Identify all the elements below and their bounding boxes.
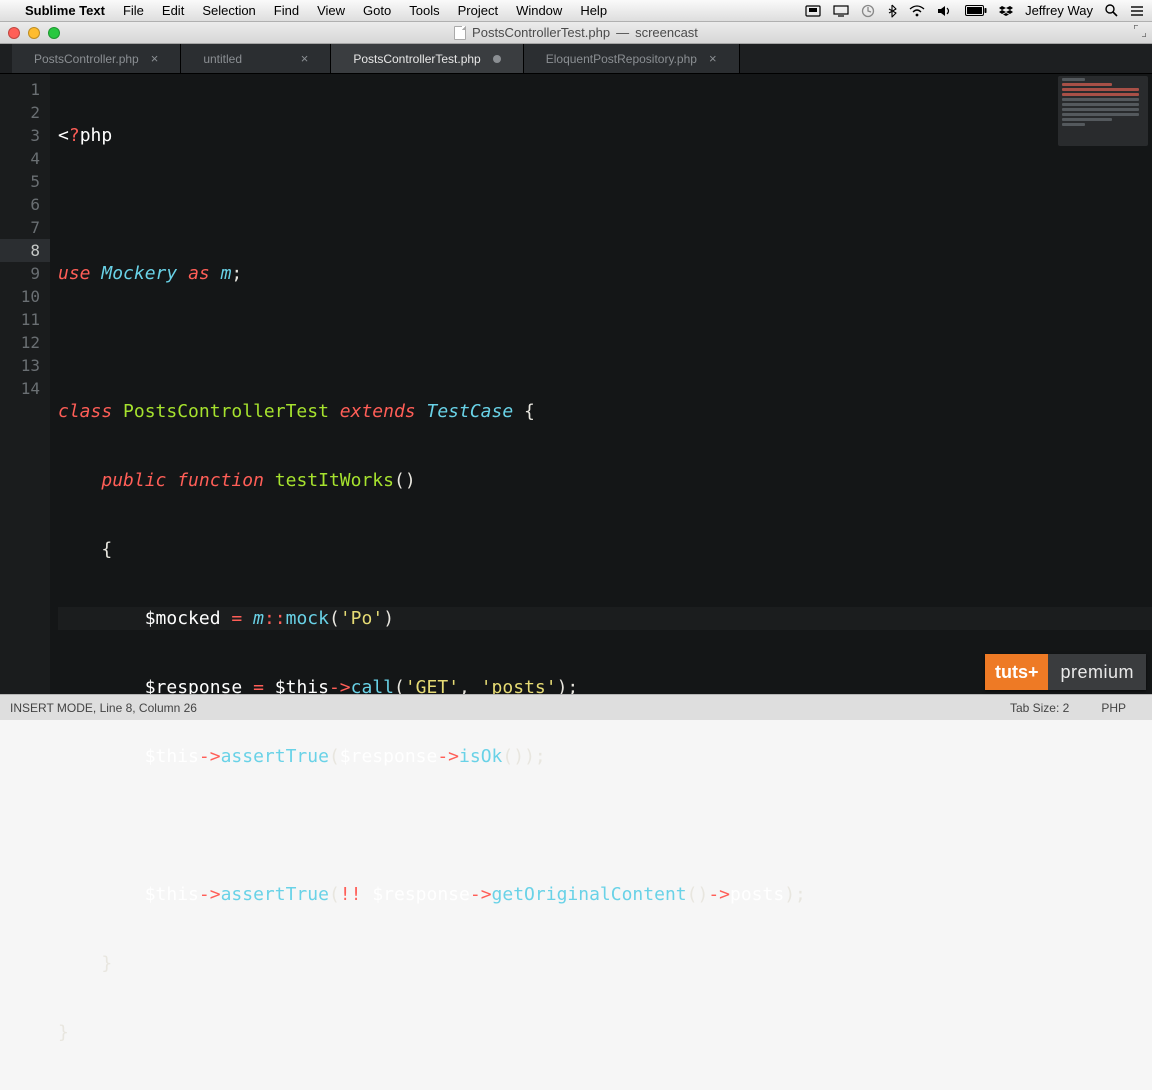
menubar-wifi-icon[interactable] xyxy=(909,5,925,17)
menubar-volume-icon[interactable] xyxy=(937,5,953,17)
status-syntax[interactable]: PHP xyxy=(1085,701,1142,715)
menu-view[interactable]: View xyxy=(308,3,354,18)
code-line: $this->assertTrue(!! $response->getOrigi… xyxy=(58,883,1152,906)
menu-selection[interactable]: Selection xyxy=(193,3,264,18)
tab-postscontroller[interactable]: PostsController.php × xyxy=(12,44,181,73)
line-number: 5 xyxy=(0,170,50,193)
macos-menubar: Sublime Text File Edit Selection Find Vi… xyxy=(0,0,1152,22)
window-title-project: screencast xyxy=(635,25,698,40)
tab-label: untitled xyxy=(203,52,288,66)
minimap[interactable] xyxy=(1058,76,1148,146)
menubar-battery-icon[interactable] xyxy=(965,5,987,16)
badge-brand: tuts+ xyxy=(985,654,1049,690)
menubar-display-icon[interactable] xyxy=(833,5,849,17)
window-title-filename: PostsControllerTest.php xyxy=(472,25,610,40)
code-line: <?php xyxy=(58,124,1152,147)
line-number: 6 xyxy=(0,193,50,216)
window-zoom-button[interactable] xyxy=(48,27,60,39)
code-line xyxy=(58,814,1152,837)
menu-window[interactable]: Window xyxy=(507,3,571,18)
status-bar: INSERT MODE, Line 8, Column 26 Tab Size:… xyxy=(0,694,1152,720)
tab-close-icon[interactable]: × xyxy=(151,51,159,66)
line-number: 9 xyxy=(0,262,50,285)
line-number: 10 xyxy=(0,285,50,308)
line-number: 1 xyxy=(0,78,50,101)
code-area[interactable]: <?php use Mockery as m; class PostsContr… xyxy=(50,74,1152,694)
line-number: 8 xyxy=(0,239,50,262)
code-line: $this->assertTrue($response->isOk()); xyxy=(58,745,1152,768)
window-titlebar: PostsControllerTest.php — screencast xyxy=(0,22,1152,44)
menubar-timemachine-icon[interactable] xyxy=(861,4,875,18)
menubar-spotlight-icon[interactable] xyxy=(1105,4,1118,17)
tab-label: PostsControllerTest.php xyxy=(353,52,480,66)
tab-bar: PostsController.php × untitled × PostsCo… xyxy=(0,44,1152,74)
tab-close-icon[interactable]: × xyxy=(709,51,717,66)
code-line xyxy=(58,193,1152,216)
code-line: } xyxy=(58,1021,1152,1044)
tab-close-icon[interactable]: × xyxy=(301,51,309,66)
code-line: } xyxy=(58,952,1152,975)
window-minimize-button[interactable] xyxy=(28,27,40,39)
line-number: 7 xyxy=(0,216,50,239)
tutsplus-badge: tuts+ premium xyxy=(985,654,1146,690)
menu-find[interactable]: Find xyxy=(265,3,308,18)
badge-tier: premium xyxy=(1048,654,1146,690)
line-number: 4 xyxy=(0,147,50,170)
line-number: 3 xyxy=(0,124,50,147)
tab-label: PostsController.php xyxy=(34,52,139,66)
menu-project[interactable]: Project xyxy=(449,3,507,18)
line-number: 2 xyxy=(0,101,50,124)
code-line: { xyxy=(58,538,1152,561)
line-number: 14 xyxy=(0,377,50,400)
tab-eloquentpostrepository[interactable]: EloquentPostRepository.php × xyxy=(524,44,740,73)
window-title-sep: — xyxy=(616,25,629,40)
menubar-notification-icon[interactable] xyxy=(1130,5,1144,17)
menubar-user[interactable]: Jeffrey Way xyxy=(1025,3,1093,18)
editor[interactable]: 1 2 3 4 5 6 7 8 9 10 11 12 13 14 <?php u… xyxy=(0,74,1152,694)
menubar-dropbox-icon[interactable] xyxy=(999,5,1013,17)
line-number-gutter: 1 2 3 4 5 6 7 8 9 10 11 12 13 14 xyxy=(0,74,50,694)
code-line: $mocked = m::mock('Po') xyxy=(58,607,1152,630)
menubar-bluetooth-icon[interactable] xyxy=(887,4,897,18)
window-close-button[interactable] xyxy=(8,27,20,39)
code-line xyxy=(58,331,1152,354)
menu-tools[interactable]: Tools xyxy=(400,3,448,18)
line-number: 11 xyxy=(0,308,50,331)
tab-dirty-indicator-icon xyxy=(493,55,501,63)
line-number: 12 xyxy=(0,331,50,354)
menu-help[interactable]: Help xyxy=(571,3,616,18)
status-tab-size[interactable]: Tab Size: 2 xyxy=(994,701,1085,715)
menubar-tablet-icon[interactable] xyxy=(805,5,821,17)
tab-label: EloquentPostRepository.php xyxy=(546,52,697,66)
tab-postscontrollertest[interactable]: PostsControllerTest.php xyxy=(331,44,523,73)
line-number: 13 xyxy=(0,354,50,377)
status-mode-position: INSERT MODE, Line 8, Column 26 xyxy=(10,701,197,715)
menu-file[interactable]: File xyxy=(114,3,153,18)
code-line: public function testItWorks() xyxy=(58,469,1152,492)
menu-edit[interactable]: Edit xyxy=(153,3,193,18)
code-line: class PostsControllerTest extends TestCa… xyxy=(58,400,1152,423)
app-name[interactable]: Sublime Text xyxy=(16,3,114,18)
tab-untitled[interactable]: untitled × xyxy=(181,44,331,73)
menu-goto[interactable]: Goto xyxy=(354,3,400,18)
code-line: use Mockery as m; xyxy=(58,262,1152,285)
file-icon xyxy=(454,26,466,40)
fullscreen-toggle-icon[interactable] xyxy=(1134,25,1146,40)
